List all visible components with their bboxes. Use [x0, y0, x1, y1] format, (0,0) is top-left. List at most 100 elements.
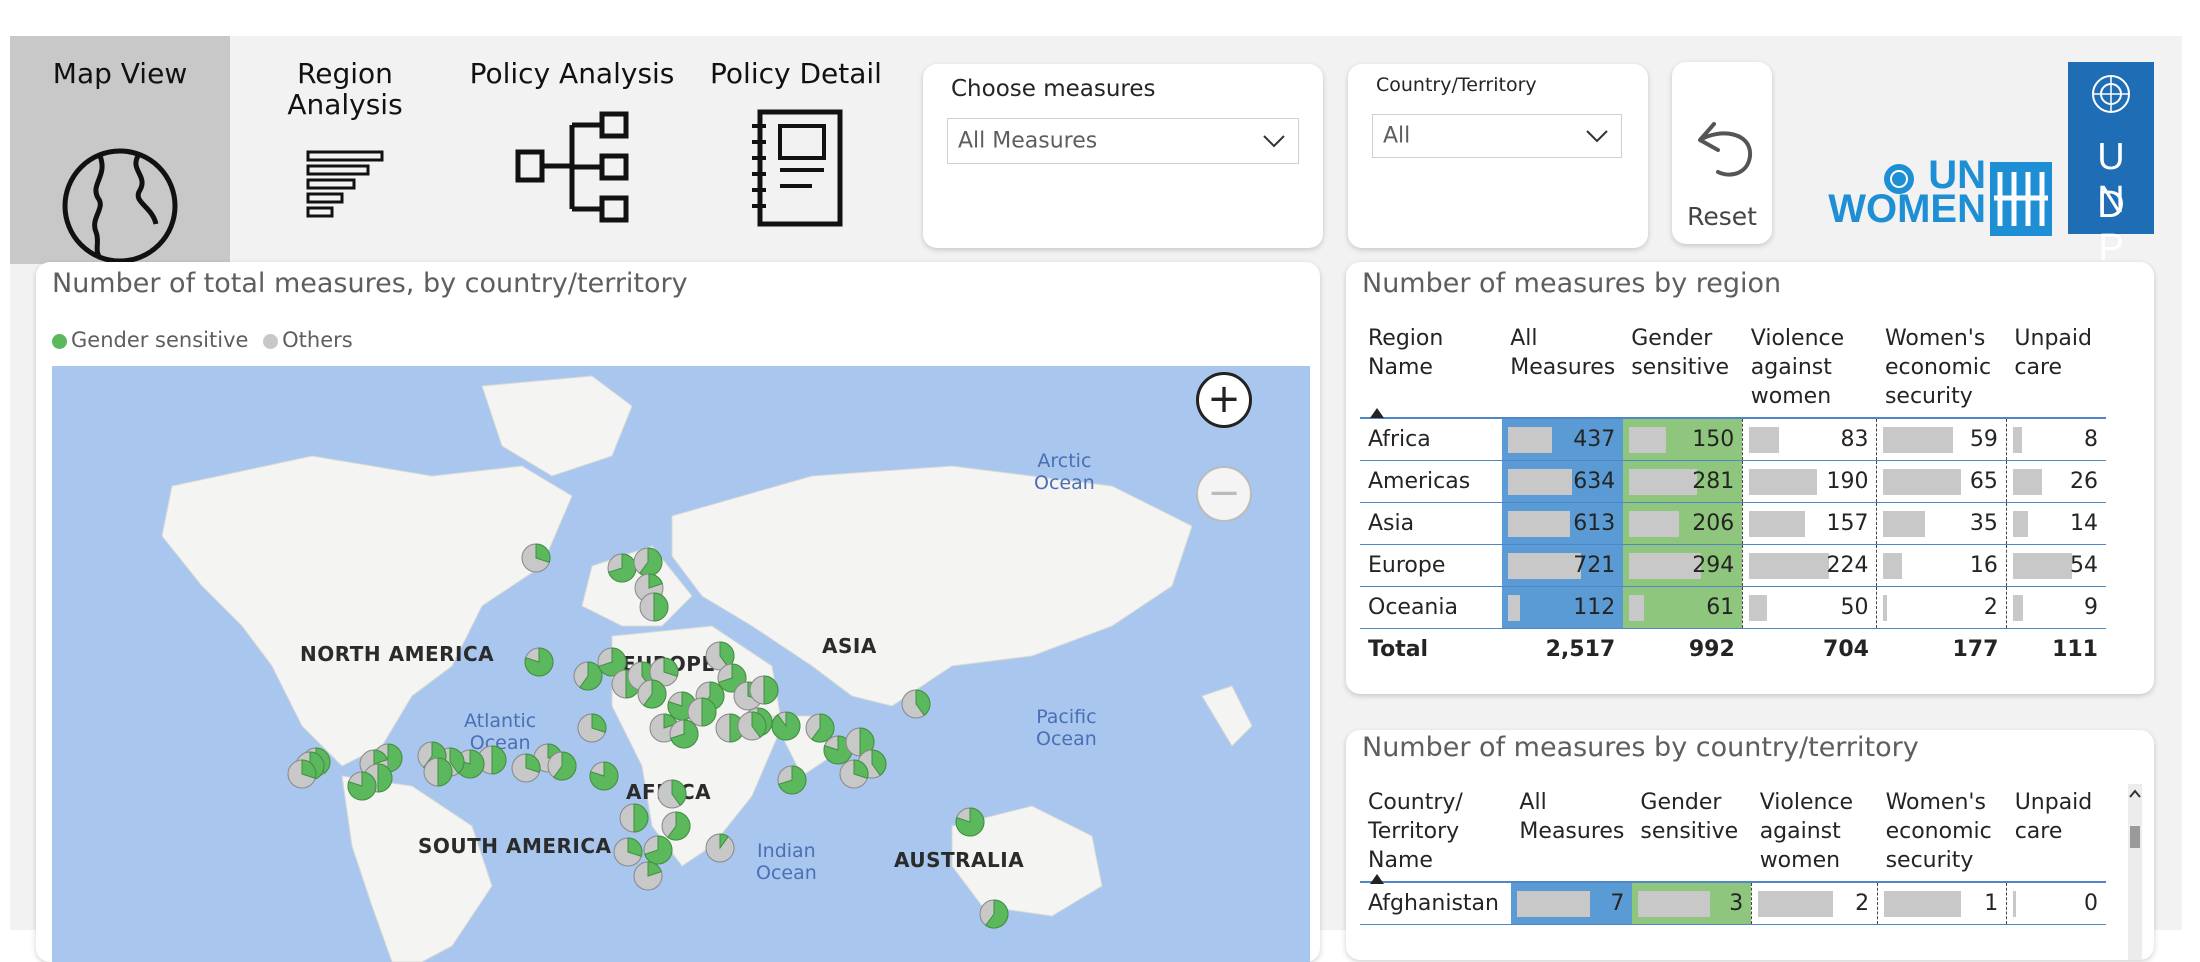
table-row[interactable]: Africa 437 150 83 59 8: [1360, 418, 2106, 461]
country-pie-marker[interactable]: [749, 675, 779, 705]
table-row[interactable]: Europe 721 294 224 16 54: [1360, 544, 2106, 587]
table-row[interactable]: Asia 613 206 157 35 14: [1360, 502, 2106, 545]
row-name: Afghanistan: [1360, 882, 1512, 925]
measures-slicer: Choose measures All Measures: [923, 64, 1323, 248]
country-pie-marker[interactable]: [979, 899, 1009, 929]
country-pie-marker[interactable]: [613, 837, 643, 867]
table-row[interactable]: Afghanistan 7 3 2 1 0: [1360, 882, 2106, 925]
country-pie-marker[interactable]: [955, 807, 985, 837]
country-slicer: Country/Territory All: [1348, 64, 1648, 248]
country-pie-marker[interactable]: [619, 803, 649, 833]
country-pie-marker[interactable]: [589, 761, 619, 791]
tab-map-view[interactable]: Map View: [10, 36, 230, 264]
cell-value: 721: [1573, 553, 1616, 578]
measures-dropdown[interactable]: All Measures: [947, 118, 1299, 164]
country-pie-marker[interactable]: [839, 759, 869, 789]
country-pie-marker[interactable]: [777, 765, 807, 795]
table-cell: 7: [1511, 882, 1633, 925]
country-pie-marker[interactable]: [607, 553, 637, 583]
country-pie-marker[interactable]: [577, 713, 607, 743]
country-pie-marker[interactable]: [524, 647, 554, 677]
data-bar: [2012, 469, 2042, 495]
table-cell: 8: [2005, 418, 2106, 461]
country-pie-marker[interactable]: [633, 547, 663, 577]
table-cell: 721: [1502, 544, 1624, 587]
hierarchy-icon: [515, 111, 629, 223]
table-cell: 16: [1876, 544, 2007, 587]
chevron-up-icon: [2129, 789, 2141, 798]
column-header[interactable]: Unpaid care: [2006, 318, 2106, 418]
country-pie-marker[interactable]: [805, 713, 835, 743]
country-pie-marker[interactable]: [639, 592, 669, 622]
table-row[interactable]: Americas 634 281 190 65 26: [1360, 460, 2106, 503]
data-bar: [2012, 553, 2073, 579]
column-header[interactable]: Violence against women: [1743, 318, 1877, 418]
zoom-in-button[interactable]: +: [1196, 372, 1252, 428]
country-dropdown[interactable]: All: [1372, 114, 1622, 158]
table-cell: 0: [2006, 882, 2106, 925]
table-row[interactable]: Oceania 112 61 50 2 9: [1360, 586, 2106, 629]
tab-policy-analysis[interactable]: Policy Analysis: [462, 36, 682, 264]
column-header[interactable]: Gender sensitive: [1623, 318, 1743, 418]
cell-value: 2: [1855, 891, 1870, 916]
table-cell: 206: [1623, 502, 1743, 545]
table-cell: 634: [1502, 460, 1624, 503]
tab-region-analysis[interactable]: Region Analysis: [235, 36, 455, 264]
country-pie-marker[interactable]: [573, 661, 603, 691]
column-header[interactable]: Unpaid care: [2007, 782, 2106, 882]
country-pie-marker[interactable]: [521, 543, 551, 573]
column-header[interactable]: All Measures: [1511, 782, 1632, 882]
country-table-card: Number of measures by country/territory …: [1346, 730, 2154, 960]
column-header[interactable]: Region Name: [1360, 318, 1502, 418]
cell-value: 150: [1692, 427, 1735, 452]
data-bar: [1629, 427, 1666, 453]
country-pie-marker[interactable]: [547, 751, 577, 781]
data-bar: [1629, 595, 1645, 621]
column-header[interactable]: Violence against women: [1752, 782, 1878, 882]
country-pie-marker[interactable]: [423, 757, 453, 787]
country-pie-marker[interactable]: [287, 759, 317, 789]
data-bar: [1629, 469, 1698, 495]
country-pie-marker[interactable]: [511, 753, 541, 783]
table-cell: 50: [1742, 586, 1877, 629]
table-cell: 112: [1502, 586, 1624, 629]
data-bar: [1629, 553, 1701, 579]
cell-value: 54: [2070, 553, 2098, 578]
country-pie-marker[interactable]: [669, 719, 699, 749]
country-pie-marker[interactable]: [643, 835, 673, 865]
country-pie-marker[interactable]: [705, 833, 735, 863]
total-value: 111: [2052, 637, 2098, 662]
country-table-title: Number of measures by country/territory: [1362, 732, 1919, 763]
country-pie-marker[interactable]: [737, 711, 767, 741]
data-bar: [1883, 469, 1961, 495]
country-pie-marker[interactable]: [637, 679, 667, 709]
dropdown-value: All Measures: [958, 128, 1098, 154]
map-view[interactable]: NORTH AMERICA EUROPE ASIA AFRICA SOUTH A…: [52, 366, 1310, 962]
data-bar: [1883, 511, 1925, 537]
country-pie-marker[interactable]: [347, 771, 377, 801]
reset-button[interactable]: Reset: [1672, 62, 1772, 244]
tab-policy-detail[interactable]: Policy Detail: [686, 36, 906, 264]
tab-label: Region Analysis: [287, 57, 403, 121]
column-header[interactable]: Country/ Territory Name: [1360, 782, 1511, 882]
column-header[interactable]: Gender sensitive: [1632, 782, 1751, 882]
country-pie-marker[interactable]: [687, 697, 717, 727]
scrollbar-thumb[interactable]: [2130, 826, 2140, 848]
country-pie-marker[interactable]: [633, 861, 663, 891]
data-bar: [1749, 595, 1768, 621]
column-header[interactable]: All Measures: [1502, 318, 1623, 418]
country-pie-marker[interactable]: [771, 711, 801, 741]
column-header[interactable]: Women's economic security: [1878, 782, 2007, 882]
table-scrollbar[interactable]: [2128, 784, 2142, 960]
table-cell: 61: [1623, 586, 1743, 629]
data-bar: [1638, 891, 1710, 917]
zoom-out-button[interactable]: −: [1196, 466, 1252, 522]
tab-label: Map View: [52, 57, 188, 90]
country-pie-marker[interactable]: [657, 779, 687, 809]
country-pie-marker[interactable]: [901, 689, 931, 719]
column-header[interactable]: Women's economic security: [1877, 318, 2006, 418]
data-bar: [1749, 553, 1830, 579]
country-pie-marker[interactable]: [661, 811, 691, 841]
data-bar: [1508, 511, 1570, 537]
table-cell: 281: [1623, 460, 1743, 503]
